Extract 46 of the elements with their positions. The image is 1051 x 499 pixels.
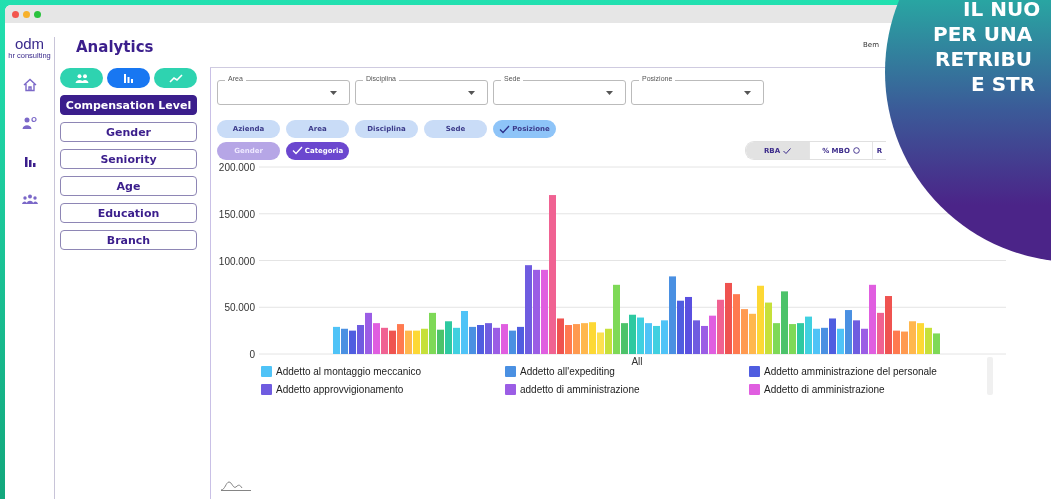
people-view-button[interactable] [60, 68, 103, 88]
caret-icon [744, 91, 751, 95]
check-icon [783, 147, 792, 154]
promo-text: PER UNA [933, 22, 1033, 47]
logo: odm [14, 37, 45, 51]
dimension-button[interactable]: Branch [60, 230, 197, 250]
dimension-button[interactable]: Seniority [60, 149, 197, 169]
legend-label: addetto di amministrazione [520, 383, 640, 395]
promo-text: E STR [971, 72, 1036, 97]
legend-label: Addetto di amministrazione [764, 383, 885, 395]
x-axis-label: All [631, 356, 643, 365]
y-axis-label: 0 [249, 349, 255, 360]
legend-label: Addetto amministrazione del personale [764, 365, 937, 377]
dimension-button[interactable]: Age [60, 176, 197, 196]
dimension-button[interactable]: Gender [60, 122, 197, 142]
promo-text: RETRIBU [935, 47, 1033, 72]
group-icon[interactable] [21, 194, 38, 204]
legend-label: Addetto approvvigionamento [276, 383, 404, 395]
trend-icon [168, 73, 183, 83]
dimension-button[interactable]: Compensation Level [60, 95, 197, 115]
caret-icon [330, 91, 337, 95]
home-icon[interactable] [22, 78, 37, 92]
y-axis-label: 50.000 [224, 302, 255, 314]
y-axis-label: 100.000 [218, 255, 255, 267]
bar-chart-view-button[interactable] [107, 68, 150, 88]
curve-icon [221, 481, 251, 491]
trend-view-button[interactable] [154, 68, 197, 88]
minimize-icon[interactable] [23, 10, 30, 18]
caret-icon [468, 91, 475, 95]
person-icon[interactable] [22, 116, 37, 130]
maximize-icon[interactable] [34, 10, 41, 18]
people-icon [74, 73, 89, 83]
caret-icon [606, 91, 613, 95]
legend-label: Addetto all'expediting [520, 365, 615, 377]
bar-chart-icon[interactable] [23, 155, 36, 167]
bar-chart-icon [123, 73, 134, 83]
check-icon [499, 124, 511, 134]
legend-label: Addetto al montaggio meccanico [276, 365, 422, 377]
promo-text: IL NUO [963, 0, 1041, 22]
radio-circle-icon [852, 147, 860, 154]
check-icon [291, 146, 303, 155]
dimension-button[interactable]: Education [60, 203, 197, 223]
y-axis-label: 200.000 [218, 162, 255, 173]
close-icon[interactable] [12, 10, 19, 18]
y-axis-label: 150.000 [218, 208, 255, 220]
page-title: Analytics [76, 38, 155, 56]
